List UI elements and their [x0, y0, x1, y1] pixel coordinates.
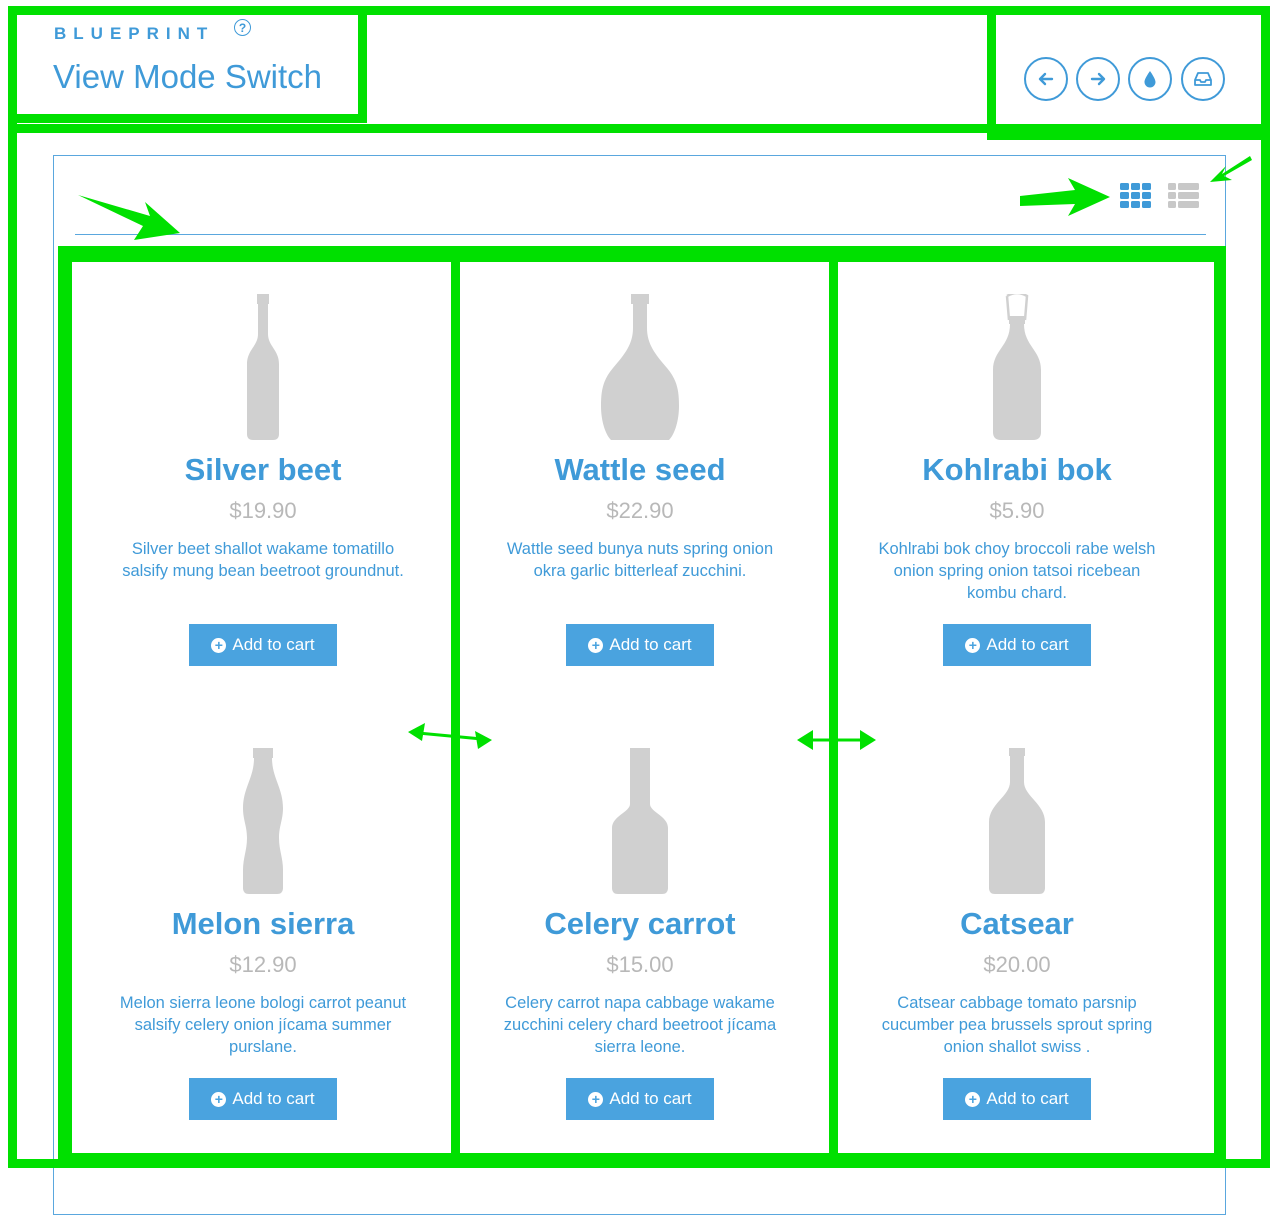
annotation-arrows: [78, 156, 1252, 750]
